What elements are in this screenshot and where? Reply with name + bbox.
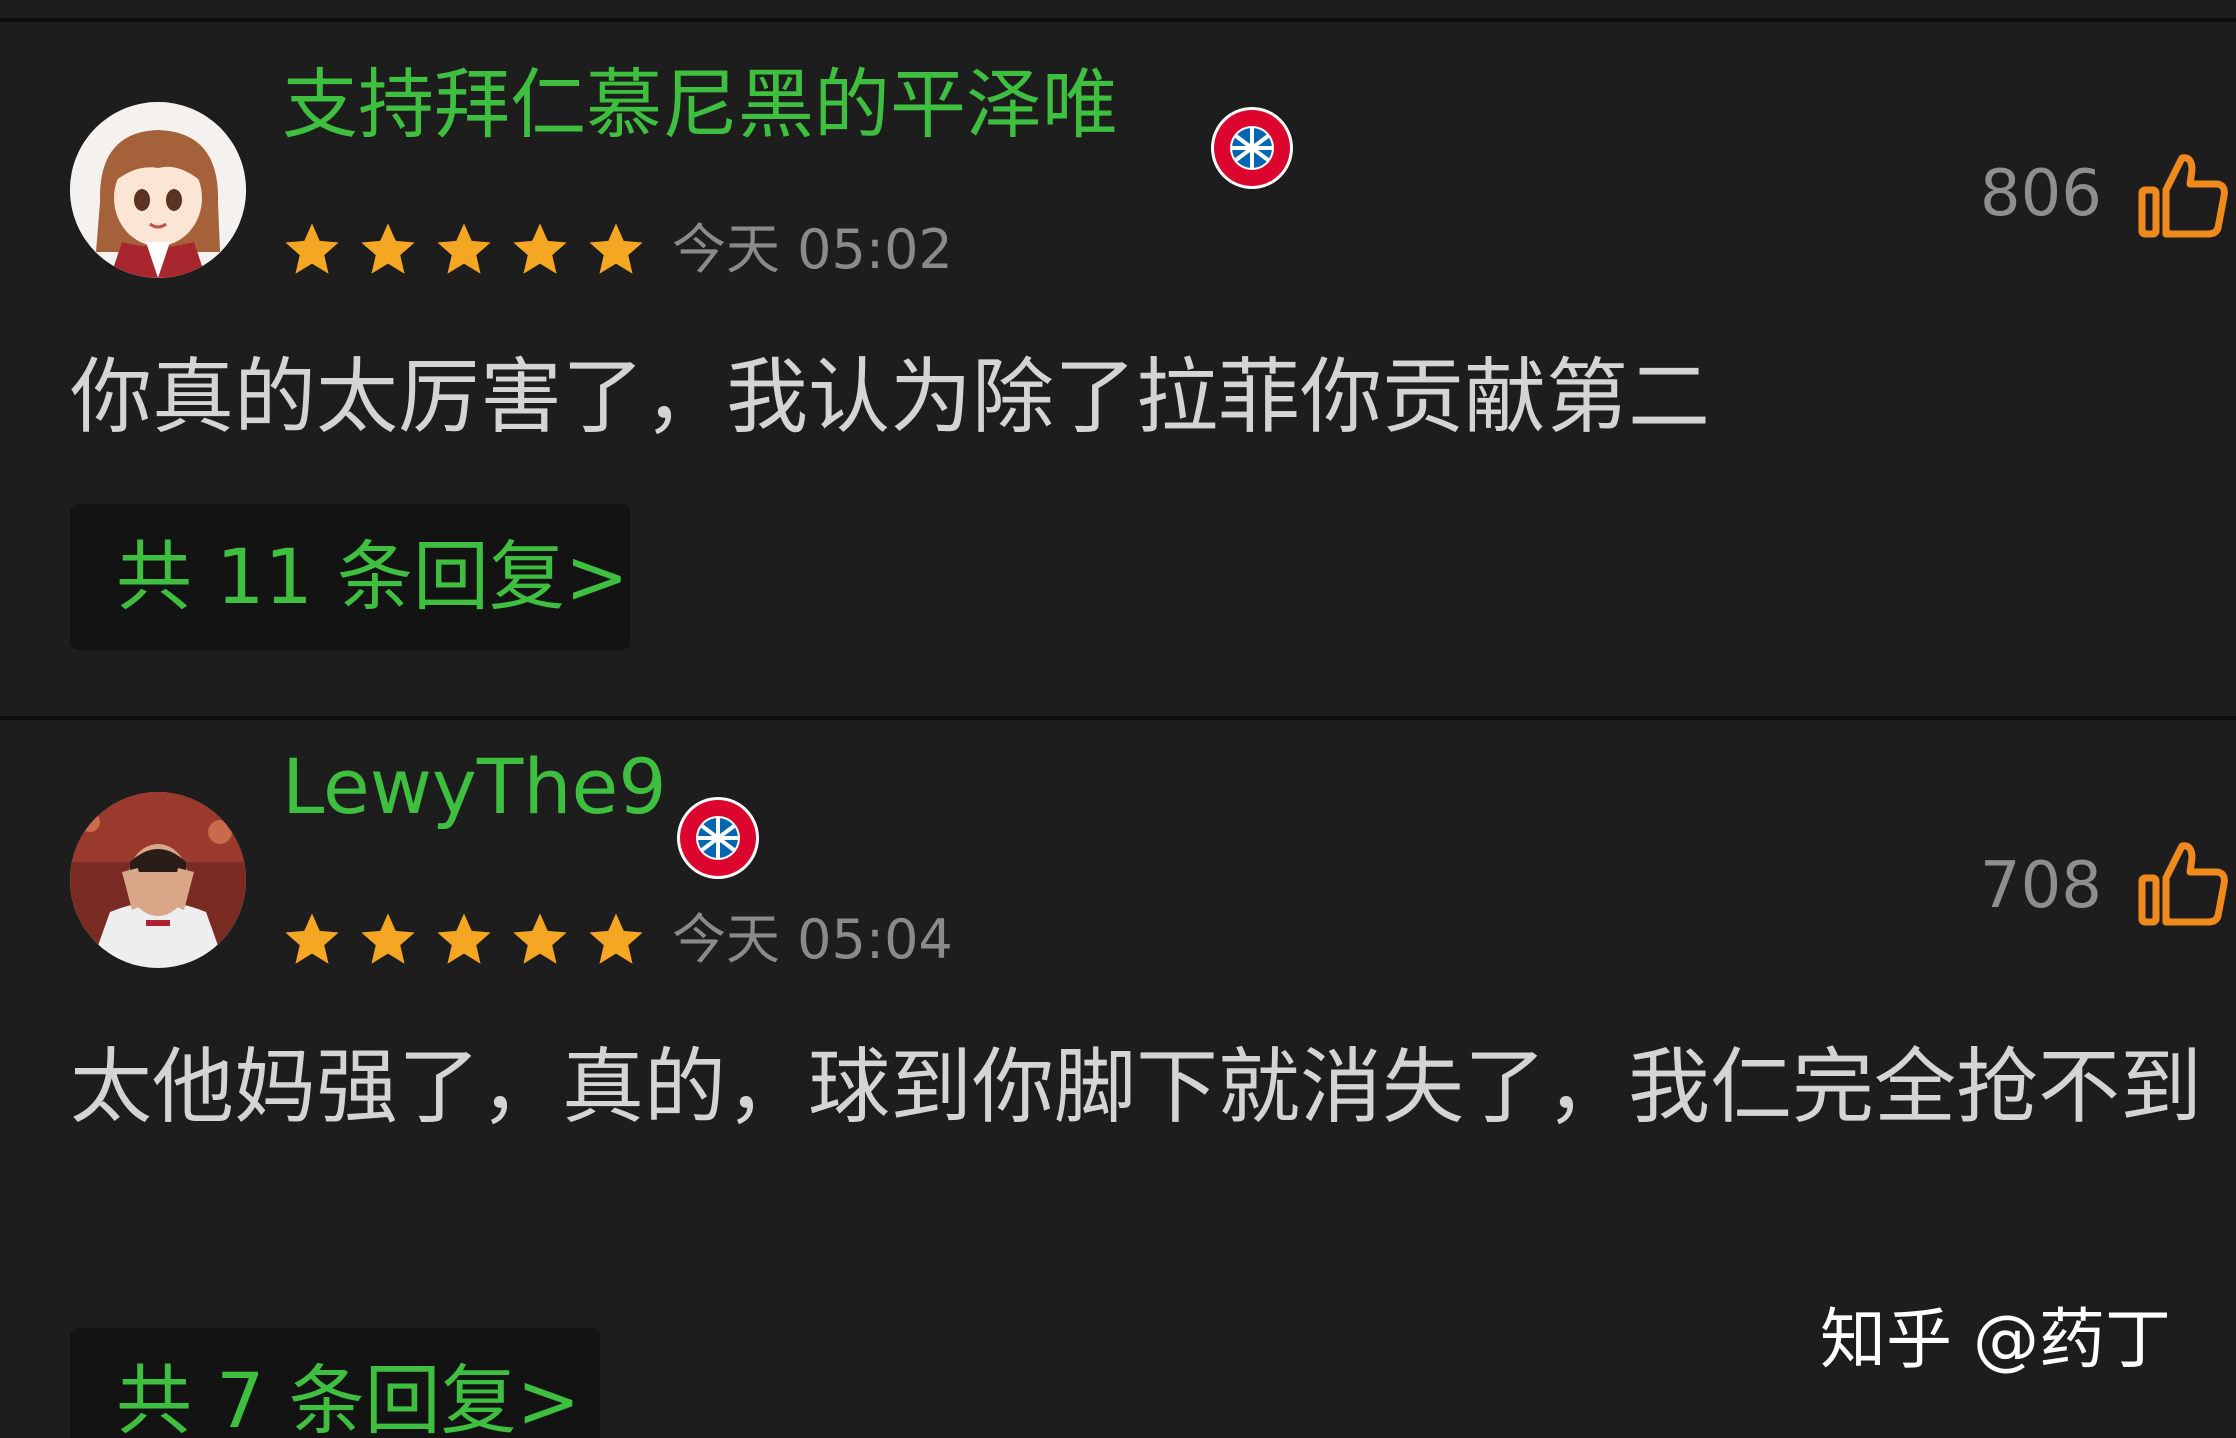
star-icon xyxy=(361,913,415,964)
star-icon xyxy=(437,223,491,274)
rating-stars xyxy=(280,908,648,972)
thumbs-up-icon[interactable] xyxy=(2138,838,2228,928)
like-count: 806 xyxy=(1979,157,2102,231)
comment-text: 你真的太厉害了，我认为除了拉菲你贡献第二 xyxy=(70,350,1711,445)
thumbs-up-icon[interactable] xyxy=(2138,150,2228,240)
star-icon xyxy=(589,223,643,274)
star-icon xyxy=(513,913,567,964)
watermark: 知乎 @药丁 xyxy=(1820,1301,2171,1378)
comment-feed: 支持拜仁慕尼黑的平泽唯 今天 05:02 806 你真的太厉害了，我认为除了拉菲… xyxy=(0,0,2236,1438)
rating-stars xyxy=(280,218,648,282)
avatar[interactable] xyxy=(70,102,246,278)
username[interactable]: 支持拜仁慕尼黑的平泽唯 xyxy=(282,60,1118,150)
view-replies-button[interactable]: 共 11 条回复> xyxy=(70,504,630,650)
star-icon xyxy=(361,223,415,274)
avatar[interactable] xyxy=(70,792,246,968)
star-icon xyxy=(285,223,339,274)
comment-time: 今天 05:02 xyxy=(672,218,953,281)
comment-time: 今天 05:04 xyxy=(672,908,953,971)
star-icon xyxy=(589,913,643,964)
fc-bayern-badge-icon xyxy=(676,796,760,880)
star-icon xyxy=(513,223,567,274)
fc-bayern-badge-icon xyxy=(1210,106,1294,190)
like-count: 708 xyxy=(1979,849,2102,923)
divider xyxy=(0,18,2236,22)
comment-text: 太他妈强了，真的，球到你脚下就消失了，我仁完全抢不到 xyxy=(70,1040,2203,1135)
star-icon xyxy=(285,913,339,964)
view-replies-button[interactable]: 共 7 条回复> xyxy=(70,1328,600,1438)
star-icon xyxy=(437,913,491,964)
username[interactable]: LewyThe9 xyxy=(282,742,667,832)
divider xyxy=(0,716,2236,720)
